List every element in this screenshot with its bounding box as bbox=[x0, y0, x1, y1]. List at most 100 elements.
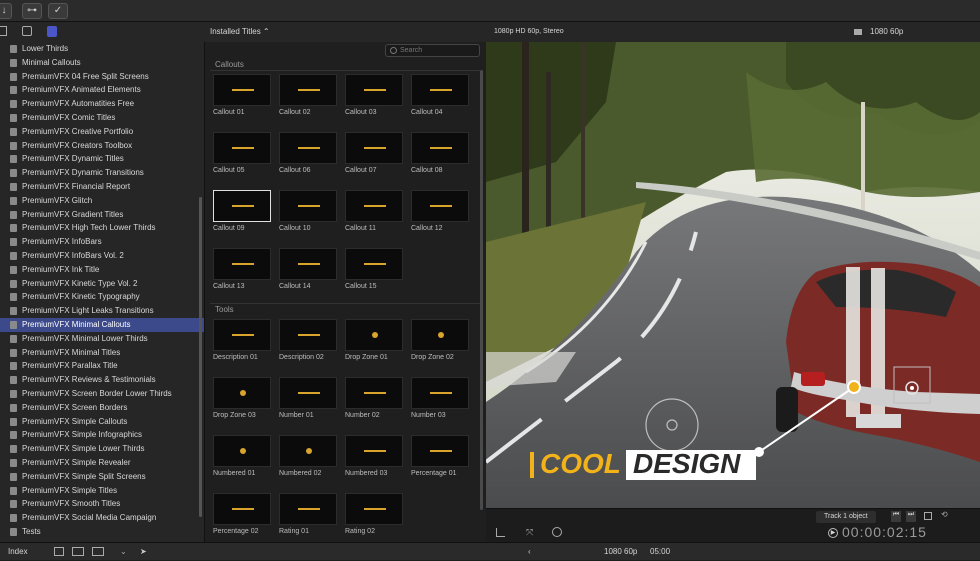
tool-thumbnail[interactable] bbox=[345, 435, 403, 467]
next-keyframe-icon[interactable]: ⏭ bbox=[906, 511, 916, 522]
transform-icon[interactable]: ⤧ bbox=[526, 527, 533, 538]
tool-thumbnail[interactable] bbox=[345, 319, 403, 351]
clip-appearance-icon[interactable] bbox=[54, 547, 64, 556]
thumbnail-preview-mark bbox=[240, 390, 246, 396]
tool-thumbnail[interactable] bbox=[213, 493, 271, 525]
callout-thumbnail[interactable] bbox=[279, 248, 337, 280]
installed-titles-dropdown[interactable]: Installed Titles ⌃ bbox=[210, 27, 270, 36]
timeline-view-icon[interactable] bbox=[72, 547, 84, 556]
tool-thumbnail[interactable] bbox=[279, 319, 337, 351]
sidebar-item[interactable]: PremiumVFX 04 Free Split Screens bbox=[0, 70, 204, 84]
tool-thumbnail[interactable] bbox=[279, 377, 337, 409]
tool-thumbnail[interactable] bbox=[411, 377, 469, 409]
import-button[interactable]: ↓ bbox=[0, 3, 12, 19]
chevron-left-icon[interactable]: ‹ bbox=[528, 543, 531, 561]
callout-thumbnail[interactable] bbox=[213, 74, 271, 106]
sidebar-item[interactable]: PremiumVFX Minimal Titles bbox=[0, 346, 204, 360]
sidebar-item[interactable]: PremiumVFX Minimal Lower Thirds bbox=[0, 332, 204, 346]
sidebar-item[interactable]: Minimal Callouts bbox=[0, 56, 204, 70]
sidebar-item[interactable]: PremiumVFX Automatities Free bbox=[0, 97, 204, 111]
callout-thumbnail[interactable] bbox=[213, 190, 271, 222]
sidebar-item[interactable]: PremiumVFX Simple Split Screens bbox=[0, 470, 204, 484]
layout-icon[interactable] bbox=[92, 547, 104, 556]
select-tool-icon[interactable]: ➤ bbox=[140, 543, 147, 561]
browser-scrollbar[interactable] bbox=[480, 70, 483, 510]
sidebar-item[interactable]: PremiumVFX Parallax Title bbox=[0, 359, 204, 373]
sidebar-item[interactable]: PremiumVFX Financial Report bbox=[0, 180, 204, 194]
sidebar-item[interactable]: PremiumVFX High Tech Lower Thirds bbox=[0, 221, 204, 235]
chevron-down-icon[interactable]: ⌄ bbox=[120, 543, 127, 561]
callout-thumbnail[interactable] bbox=[213, 248, 271, 280]
callout-thumbnail[interactable] bbox=[213, 132, 271, 164]
sidebar-item[interactable]: Tests bbox=[0, 525, 204, 539]
title-folder-icon bbox=[10, 196, 17, 205]
titles-icon[interactable] bbox=[47, 26, 57, 37]
speed-icon[interactable] bbox=[552, 527, 562, 537]
library-icon[interactable] bbox=[0, 26, 7, 36]
callout-thumbnail[interactable] bbox=[411, 190, 469, 222]
tool-thumbnail[interactable] bbox=[411, 319, 469, 351]
sidebar-item[interactable]: PremiumVFX Kinetic Typography bbox=[0, 290, 204, 304]
sidebar-item[interactable]: PremiumVFX Animated Elements bbox=[0, 83, 204, 97]
sidebar-item[interactable]: PremiumVFX Reviews & Testimonials bbox=[0, 373, 204, 387]
sidebar-item[interactable]: PremiumVFX Light Leaks Transitions bbox=[0, 304, 204, 318]
sidebar-item[interactable]: PremiumVFX Dynamic Titles bbox=[0, 152, 204, 166]
sidebar-item[interactable]: Lower Thirds bbox=[0, 42, 204, 56]
tool-thumbnail[interactable] bbox=[411, 435, 469, 467]
sidebar-item[interactable]: PremiumVFX Kinetic Type Vol. 2 bbox=[0, 277, 204, 291]
sidebar-item[interactable]: PremiumVFX Gradient Titles bbox=[0, 208, 204, 222]
play-icon[interactable]: ▶ bbox=[828, 528, 838, 538]
callout-thumbnail[interactable] bbox=[345, 190, 403, 222]
tool-thumbnail[interactable] bbox=[213, 435, 271, 467]
tool-thumbnail[interactable] bbox=[279, 493, 337, 525]
sidebar-item[interactable]: PremiumVFX InfoBars bbox=[0, 235, 204, 249]
track-object-dropdown[interactable]: Track 1 object bbox=[816, 511, 876, 523]
keyword-button[interactable]: ⊶ bbox=[22, 3, 42, 19]
sidebar-item[interactable]: PremiumVFX Smooth Titles bbox=[0, 497, 204, 511]
sidebar-scrollbar[interactable] bbox=[199, 197, 202, 517]
background-tasks-button[interactable]: ✓ bbox=[48, 3, 68, 19]
sidebar-item[interactable]: PremiumVFX Screen Borders bbox=[0, 401, 204, 415]
tool-thumbnail[interactable] bbox=[279, 435, 337, 467]
tool-thumbnail[interactable] bbox=[345, 377, 403, 409]
thumbnail-preview-mark bbox=[232, 508, 254, 510]
sidebar-item[interactable]: PremiumVFX InfoBars Vol. 2 bbox=[0, 249, 204, 263]
callout-thumbnail[interactable] bbox=[411, 74, 469, 106]
prev-keyframe-icon[interactable]: ⏮ bbox=[891, 511, 901, 522]
sidebar-item[interactable]: PremiumVFX Screen Border Lower Thirds bbox=[0, 387, 204, 401]
sidebar-item[interactable]: PremiumVFX Minimal Callouts bbox=[0, 317, 204, 332]
sidebar-item[interactable]: PremiumVFX Creative Portfolio bbox=[0, 125, 204, 139]
callout-thumbnail[interactable] bbox=[279, 190, 337, 222]
film-icon[interactable] bbox=[854, 29, 862, 35]
title-folder-icon bbox=[10, 431, 17, 440]
sidebar-item[interactable]: PremiumVFX Simple Infographics bbox=[0, 428, 204, 442]
sidebar-item[interactable]: PremiumVFX Comic Titles bbox=[0, 111, 204, 125]
search-field[interactable]: Search bbox=[385, 44, 480, 57]
sidebar-item[interactable]: PremiumVFX Dynamic Transitions bbox=[0, 166, 204, 180]
sidebar-item[interactable]: PremiumVFX Simple Titles bbox=[0, 484, 204, 498]
callout-thumbnail[interactable] bbox=[279, 132, 337, 164]
sidebar-item[interactable]: PremiumVFX Simple Callouts bbox=[0, 415, 204, 429]
callout-thumbnail[interactable] bbox=[345, 132, 403, 164]
add-keyframe-icon[interactable] bbox=[924, 512, 932, 520]
tool-thumbnail[interactable] bbox=[213, 319, 271, 351]
crop-icon[interactable] bbox=[496, 528, 505, 537]
title-folder-icon bbox=[10, 320, 17, 329]
callout-thumbnail[interactable] bbox=[345, 248, 403, 280]
sidebar-item[interactable]: PremiumVFX Ink Title bbox=[0, 263, 204, 277]
reset-icon[interactable]: ⟲ bbox=[941, 510, 948, 519]
sidebar-item[interactable]: PremiumVFX Glitch bbox=[0, 194, 204, 208]
tool-thumbnail[interactable] bbox=[345, 493, 403, 525]
index-button[interactable]: Index bbox=[8, 543, 28, 561]
callout-thumbnail[interactable] bbox=[411, 132, 469, 164]
sidebar-item[interactable]: PremiumVFX Simple Revealer bbox=[0, 456, 204, 470]
callout-thumbnail[interactable] bbox=[279, 74, 337, 106]
video-viewer[interactable]: COOL DESIGN bbox=[486, 42, 980, 508]
sidebar-item[interactable]: PremiumVFX Creators Toolbox bbox=[0, 139, 204, 153]
tool-thumbnail[interactable] bbox=[213, 377, 271, 409]
photos-icon[interactable] bbox=[22, 26, 32, 36]
sidebar-item-label: PremiumVFX Dynamic Titles bbox=[22, 154, 124, 164]
sidebar-item[interactable]: PremiumVFX Social Media Campaign bbox=[0, 511, 204, 525]
callout-thumbnail[interactable] bbox=[345, 74, 403, 106]
sidebar-item[interactable]: PremiumVFX Simple Lower Thirds bbox=[0, 442, 204, 456]
